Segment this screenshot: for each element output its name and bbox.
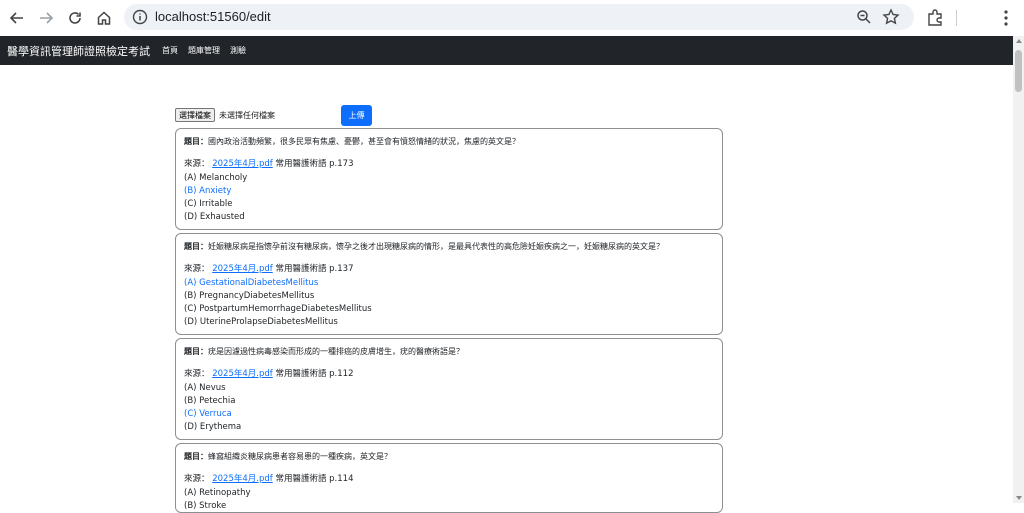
upload-button[interactable]: 上傳 <box>341 104 372 126</box>
source-line: 來源： 2025年4月.pdf 常用醫護術語 p.137 <box>184 262 714 274</box>
question-card: 題目：疣是因濾過性病毒感染而形成的一種排癌的皮膚增生，疣的醫療術語是？ 來源： … <box>175 338 723 440</box>
question-text: 妊娠糖尿病是指懷孕前沒有糖尿病，懷孕之後才出現糖尿病的情形，是最具代表性的高危險… <box>208 242 664 251</box>
url-text: localhost:51560/edit <box>155 9 271 24</box>
question-line: 題目：疣是因濾過性病毒感染而形成的一種排癌的皮膚增生，疣的醫療術語是？ <box>184 346 714 357</box>
source-label: 來源： <box>184 369 210 379</box>
source-label: 來源： <box>184 474 210 484</box>
source-file-link[interactable]: 2025年4月.pdf <box>212 159 273 169</box>
app-navbar: 醫學資訊管理師證照檢定考試 首頁 題庫管理 測驗 <box>0 36 1013 65</box>
source-file-link[interactable]: 2025年4月.pdf <box>212 474 273 484</box>
source-file-link[interactable]: 2025年4月.pdf <box>212 264 273 274</box>
option-c: (C) PostpartumHemorrhageDiabetesMellitus <box>184 304 372 314</box>
source-label: 來源： <box>184 159 210 169</box>
source-reference: 常用醫護術語 p.137 <box>275 264 354 274</box>
scroll-thumb[interactable] <box>1015 50 1022 92</box>
source-file-link[interactable]: 2025年4月.pdf <box>212 369 273 379</box>
brand-title[interactable]: 醫學資訊管理師證照檢定考試 <box>7 43 150 59</box>
question-label: 題目： <box>184 452 208 461</box>
address-bar[interactable]: localhost:51560/edit <box>124 4 914 30</box>
more-menu-icon[interactable] <box>998 8 1014 28</box>
question-line: 題目：妊娠糖尿病是指懷孕前沒有糖尿病，懷孕之後才出現糖尿病的情形，是最具代表性的… <box>184 241 714 252</box>
nav-link-quiz[interactable]: 測驗 <box>230 45 246 56</box>
question-text: 疣是因濾過性病毒感染而形成的一種排癌的皮膚增生，疣的醫療術語是？ <box>208 347 464 356</box>
scroll-down-arrow-icon[interactable] <box>1016 496 1022 500</box>
option-a: (A) Nevus <box>184 383 226 393</box>
option-b: (B) PregnancyDiabetesMellitus <box>184 291 315 301</box>
home-icon[interactable] <box>93 7 115 29</box>
scroll-up-arrow-icon[interactable] <box>1016 39 1022 43</box>
page-scrollbar[interactable] <box>1013 36 1024 503</box>
source-reference: 常用醫護術語 p.173 <box>275 159 354 169</box>
source-line: 來源： 2025年4月.pdf 常用醫護術語 p.114 <box>184 472 714 484</box>
no-file-chosen-text: 未選擇任何檔案 <box>219 110 275 120</box>
toolbar-divider <box>956 10 957 26</box>
forward-icon[interactable] <box>35 7 57 29</box>
site-info-icon[interactable] <box>132 9 148 25</box>
source-line: 來源： 2025年4月.pdf 常用醫護術語 p.112 <box>184 367 714 379</box>
source-line: 來源： 2025年4月.pdf 常用醫護術語 p.173 <box>184 157 714 169</box>
option-c-correct: (C) Verruca <box>184 409 232 419</box>
question-line: 題目：國內政治活動頻繁，很多民眾有焦慮、憂鬱，甚至會有憤怒情緒的狀況，焦慮的英文… <box>184 136 714 147</box>
reload-icon[interactable] <box>64 7 86 29</box>
zoom-icon[interactable] <box>856 9 872 25</box>
browser-toolbar: localhost:51560/edit <box>0 0 1024 36</box>
nav-link-question-bank[interactable]: 題庫管理 <box>188 45 220 56</box>
bookmark-star-icon[interactable] <box>882 8 900 26</box>
option-d: (D) UterineProlapseDiabetesMellitus <box>184 317 338 327</box>
question-label: 題目： <box>184 242 208 251</box>
question-text: 蜂窩組織炎糖尿病患者容易患的一種疾病，英文是？ <box>208 452 392 461</box>
back-icon[interactable] <box>6 7 28 29</box>
choose-file-button[interactable]: 選擇檔案 <box>175 108 215 122</box>
question-label: 題目： <box>184 347 208 356</box>
question-card: 題目：國內政治活動頻繁，很多民眾有焦慮、憂鬱，甚至會有憤怒情緒的狀況，焦慮的英文… <box>175 128 723 230</box>
upload-form: 選擇檔案 未選擇任何檔案 上傳 <box>175 104 372 126</box>
question-label: 題目： <box>184 137 208 146</box>
question-text: 國內政治活動頻繁，很多民眾有焦慮、憂鬱，甚至會有憤怒情緒的狀況，焦慮的英文是？ <box>208 137 520 146</box>
nav-link-home[interactable]: 首頁 <box>162 45 178 56</box>
extensions-icon[interactable] <box>926 8 944 26</box>
option-c: (C) Irritable <box>184 199 233 209</box>
option-d: (D) Exhausted <box>184 212 245 222</box>
option-a-correct: (A) GestationalDiabetesMellitus <box>184 278 319 288</box>
source-reference: 常用醫護術語 p.114 <box>275 474 354 484</box>
option-b-correct: (B) Anxiety <box>184 186 232 196</box>
source-reference: 常用醫護術語 p.112 <box>275 369 354 379</box>
option-d: (D) Erythema <box>184 422 242 432</box>
option-b: (B) Stroke <box>184 501 227 511</box>
question-card: 題目：妊娠糖尿病是指懷孕前沒有糖尿病，懷孕之後才出現糖尿病的情形，是最具代表性的… <box>175 233 723 335</box>
option-a: (A) Retinopathy <box>184 488 251 498</box>
option-a: (A) Melancholy <box>184 173 248 183</box>
question-line: 題目：蜂窩組織炎糖尿病患者容易患的一種疾病，英文是？ <box>184 451 714 462</box>
option-b: (B) Petechia <box>184 396 236 406</box>
source-label: 來源： <box>184 264 210 274</box>
